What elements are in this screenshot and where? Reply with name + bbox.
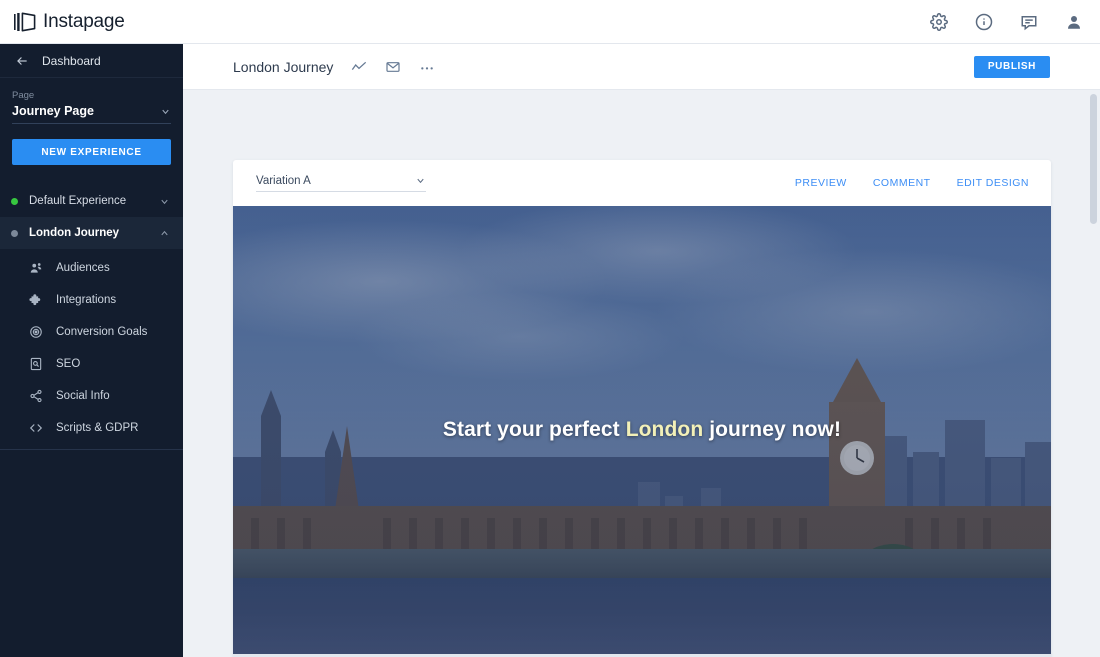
sidebar-divider <box>0 449 183 450</box>
hero-preview[interactable]: Start your perfect London journey now! <box>233 206 1051 654</box>
sidebar-subitem-label: Audiences <box>56 262 110 274</box>
chevron-down-icon <box>160 106 171 117</box>
status-dot-active <box>11 197 18 205</box>
experience-label: Default Experience <box>29 195 127 207</box>
hero-text-after: journey now! <box>703 418 842 441</box>
sidebar-item-seo[interactable]: SEO <box>0 348 183 380</box>
sidebar-item-scripts-gdpr[interactable]: Scripts & GDPR <box>0 412 183 444</box>
chevron-down-icon <box>417 178 424 184</box>
chevron-down-icon[interactable] <box>159 196 170 207</box>
header-action-icons <box>930 12 1083 31</box>
sidebar-subitem-label: Scripts & GDPR <box>56 422 139 434</box>
page-field-label: Page <box>12 90 35 101</box>
hero-headline-wrap: Start your perfect London journey now! <box>233 206 1051 654</box>
page-selector: Page Journey Page <box>0 78 183 124</box>
publish-button[interactable]: PUBLISH <box>973 55 1050 78</box>
experience-list: Default Experience London Journey Audien… <box>0 185 183 444</box>
instapage-logo-icon <box>14 12 36 31</box>
experience-submenu: Audiences Integrations Conversion Goals <box>0 249 183 444</box>
audiences-icon <box>28 261 43 276</box>
code-icon <box>28 421 43 436</box>
hero-headline: Start your perfect London journey now! <box>443 418 841 442</box>
sidebar-back-label: Dashboard <box>42 53 101 68</box>
seo-icon <box>28 357 43 372</box>
chevron-up-icon[interactable] <box>159 228 170 239</box>
arrow-left-icon <box>17 56 27 65</box>
envelope-icon[interactable] <box>385 59 401 75</box>
sidebar-item-audiences[interactable]: Audiences <box>0 252 183 284</box>
chat-icon[interactable] <box>1020 13 1038 31</box>
app-header: Instapage <box>0 0 1100 44</box>
variation-card: Variation A PREVIEW COMMENT EDIT DESIGN <box>233 160 1051 657</box>
comment-link[interactable]: COMMENT <box>873 177 931 189</box>
vertical-scrollbar[interactable] <box>1090 94 1097 224</box>
page-toolbar: London Journey PUBLISH <box>183 44 1100 90</box>
page-dropdown-value: Journey Page <box>12 104 94 118</box>
main-region: London Journey PUBLISH Variation A PREVI… <box>183 44 1100 657</box>
analytics-icon[interactable] <box>351 59 367 75</box>
sidebar-back-to-dashboard[interactable]: Dashboard <box>0 44 183 78</box>
sidebar-item-london-journey[interactable]: London Journey <box>0 217 183 249</box>
page-dropdown[interactable]: Journey Page <box>12 104 171 124</box>
preview-link[interactable]: PREVIEW <box>795 177 847 189</box>
gear-icon[interactable] <box>930 12 948 31</box>
variation-dropdown-value: Variation A <box>256 174 311 187</box>
sidebar-subitem-label: Conversion Goals <box>56 326 148 338</box>
sidebar: Dashboard Page Journey Page NEW EXPERIEN… <box>0 44 183 657</box>
page-title: London Journey <box>233 58 334 75</box>
variation-dropdown[interactable]: Variation A <box>256 175 426 192</box>
account-icon[interactable] <box>1065 13 1083 31</box>
sidebar-item-social-info[interactable]: Social Info <box>0 380 183 412</box>
hero-text-highlight: London <box>625 418 704 441</box>
status-dot-inactive <box>11 229 18 237</box>
sidebar-item-default-experience[interactable]: Default Experience <box>0 185 183 217</box>
variation-toolbar: Variation A PREVIEW COMMENT EDIT DESIGN <box>233 160 1051 206</box>
variation-actions: PREVIEW COMMENT EDIT DESIGN <box>795 177 1029 189</box>
sidebar-subitem-label: Social Info <box>56 390 110 402</box>
target-icon <box>28 325 43 340</box>
sidebar-subitem-label: Integrations <box>56 294 117 306</box>
sidebar-subitem-label: SEO <box>56 358 81 370</box>
edit-design-link[interactable]: EDIT DESIGN <box>957 177 1029 189</box>
share-icon <box>28 389 43 404</box>
hero-text-before: Start your perfect <box>442 418 626 441</box>
info-icon[interactable] <box>975 13 993 31</box>
sidebar-item-integrations[interactable]: Integrations <box>0 284 183 316</box>
page-toolbar-icons <box>351 59 435 75</box>
brand-name: Instapage <box>43 10 125 32</box>
puzzle-icon <box>28 293 43 308</box>
editor-canvas: Variation A PREVIEW COMMENT EDIT DESIGN <box>183 90 1100 657</box>
new-experience-button[interactable]: NEW EXPERIENCE <box>12 139 171 165</box>
sidebar-item-conversion-goals[interactable]: Conversion Goals <box>0 316 183 348</box>
more-icon[interactable] <box>419 59 435 75</box>
brand-logo[interactable]: Instapage <box>14 11 125 33</box>
experience-label: London Journey <box>29 227 120 239</box>
